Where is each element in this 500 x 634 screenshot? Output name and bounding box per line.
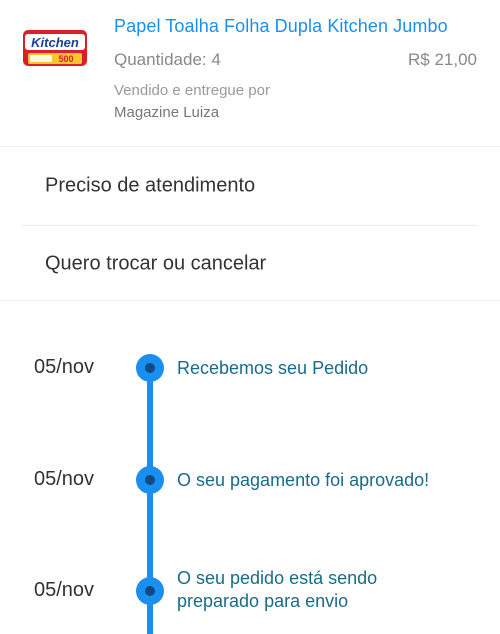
timeline-step-dot bbox=[136, 577, 164, 605]
timeline-step-dot bbox=[136, 354, 164, 382]
product-quantity: Quantidade: 4 bbox=[114, 50, 221, 69]
product-price: R$ 21,00 bbox=[408, 50, 477, 69]
product-title[interactable]: Papel Toalha Folha Dupla Kitchen Jumbo bbox=[114, 16, 448, 37]
product-image: Kitchen 500 bbox=[22, 26, 88, 70]
need-support-button[interactable]: Preciso de atendimento bbox=[22, 148, 478, 224]
timeline-status-line: Recebemos seu Pedido bbox=[177, 358, 369, 378]
order-detail-screen: Kitchen 500 Papel Toalha Folha Dupla Kit… bbox=[0, 0, 500, 634]
seller-name: Magazine Luiza bbox=[114, 104, 220, 121]
product-card[interactable]: Kitchen 500 Papel Toalha Folha Dupla Kit… bbox=[0, 0, 500, 146]
timeline-date: 05/nov bbox=[34, 356, 95, 378]
timeline-status: O seu pagamento foi aprovado! bbox=[177, 469, 429, 492]
timeline-status-line: O seu pagamento foi aprovado! bbox=[177, 470, 430, 490]
timeline-date: 05/nov bbox=[34, 468, 95, 490]
timeline-status: Recebemos seu Pedido bbox=[177, 357, 368, 380]
timeline-status-line: preparado para envio bbox=[177, 591, 349, 611]
need-support-label: Preciso de atendimento bbox=[45, 174, 256, 197]
timeline-step-dot bbox=[136, 466, 164, 494]
exchange-cancel-button[interactable]: Quero trocar ou cancelar bbox=[22, 226, 478, 302]
sold-by-label: Vendido e entregue por bbox=[114, 82, 270, 99]
product-image-brand: Kitchen bbox=[31, 35, 79, 50]
product-image-badge: 500 bbox=[58, 54, 73, 64]
timeline-status-line: O seu pedido está sendo bbox=[177, 568, 378, 588]
divider bbox=[0, 146, 500, 147]
timeline-status: O seu pedido está sendo preparado para e… bbox=[177, 567, 377, 613]
exchange-cancel-label: Quero trocar ou cancelar bbox=[45, 252, 267, 275]
timeline-date: 05/nov bbox=[34, 579, 95, 601]
order-timeline: 05/nov Recebemos seu Pedido 05/nov O seu… bbox=[0, 301, 500, 634]
